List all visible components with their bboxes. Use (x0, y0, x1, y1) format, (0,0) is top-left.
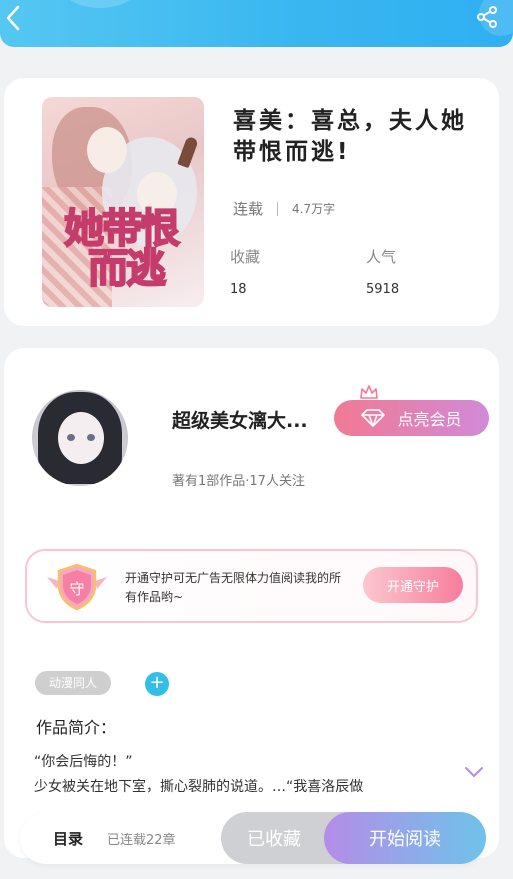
guard-badge-text: 守 (69, 580, 84, 598)
add-tag-button[interactable]: + (145, 672, 169, 696)
avatar-art (87, 434, 95, 441)
intro-line-2: 少女被关在地下室，撕心裂肺的说道。…“我喜洛辰做 (34, 779, 364, 795)
book-cover[interactable]: 她带恨 而逃 (42, 97, 204, 307)
author-stats: 著有1部作品·17人关注 (172, 474, 305, 489)
author-name[interactable]: 超级美女漓大... (172, 406, 308, 433)
guard-shield-icon: 守 (47, 563, 107, 611)
diamond-icon (361, 409, 386, 427)
chapter-count: 已连载22章 (107, 833, 176, 848)
avatar-art (67, 434, 75, 441)
cover-art (177, 135, 199, 169)
bottom-action-bar: 目录 已连载22章 已收藏 开始阅读 (20, 812, 486, 864)
cover-title-art: 她带恨 而逃 (63, 208, 181, 292)
author-avatar[interactable] (32, 390, 128, 486)
cover-title-line2: 而逃 (87, 245, 167, 292)
cover-art (87, 127, 127, 173)
share-icon (477, 6, 497, 28)
intro-label: 作品简介： (36, 718, 117, 737)
start-reading-button[interactable]: 开始阅读 (324, 812, 486, 864)
favorites-label: 收藏 (230, 248, 261, 266)
divider (277, 201, 279, 216)
chevron-left-icon (6, 5, 20, 31)
vip-button-label: 点亮会员 (397, 410, 462, 429)
top-header (0, 0, 513, 47)
avatar-art (72, 464, 88, 472)
collected-button-label: 已收藏 (247, 829, 301, 850)
table-of-contents-button[interactable]: 目录 (53, 828, 83, 849)
book-info-card: 她带恨 而逃 喜美：喜总，夫人她带恨而逃! 连载 4.7万字 收藏 18 人气 … (4, 78, 499, 326)
back-button[interactable] (0, 2, 26, 34)
word-count: 4.7万字 (292, 202, 336, 216)
crown-icon (360, 385, 378, 399)
header-decoration (60, 0, 140, 8)
popularity-count: 5918 (366, 282, 400, 297)
vip-button[interactable]: 点亮会员 (334, 400, 489, 436)
guard-description: 开通守护可无广告无限体力值阅读我的所有作品哟~ (125, 571, 342, 604)
guard-banner: 守 开通守护可无广告无限体力值阅读我的所有作品哟~ 开通守护 (25, 549, 478, 623)
intro-text: “你会后悔的！” 少女被关在地下室，撕心裂肺的说道。…“我喜洛辰做 (34, 750, 454, 800)
chevron-down-icon[interactable] (464, 766, 484, 778)
favorites-count: 18 (230, 282, 247, 297)
popularity-label: 人气 (366, 248, 397, 266)
open-guard-button[interactable]: 开通守护 (363, 567, 463, 603)
avatar-art (58, 412, 104, 464)
genre-tag[interactable]: 动漫同人 (35, 671, 112, 695)
book-meta: 连载 4.7万字 (233, 198, 335, 219)
book-title: 喜美：喜总，夫人她带恨而逃! (233, 108, 467, 165)
author-card: 超级美女漓大... 著有1部作品·17人关注 点亮会员 守 开通守护可无广告无限… (4, 348, 499, 858)
share-button[interactable] (473, 3, 501, 31)
intro-line-1: “你会后悔的！” (34, 754, 133, 770)
serial-status: 连载 (233, 200, 264, 218)
